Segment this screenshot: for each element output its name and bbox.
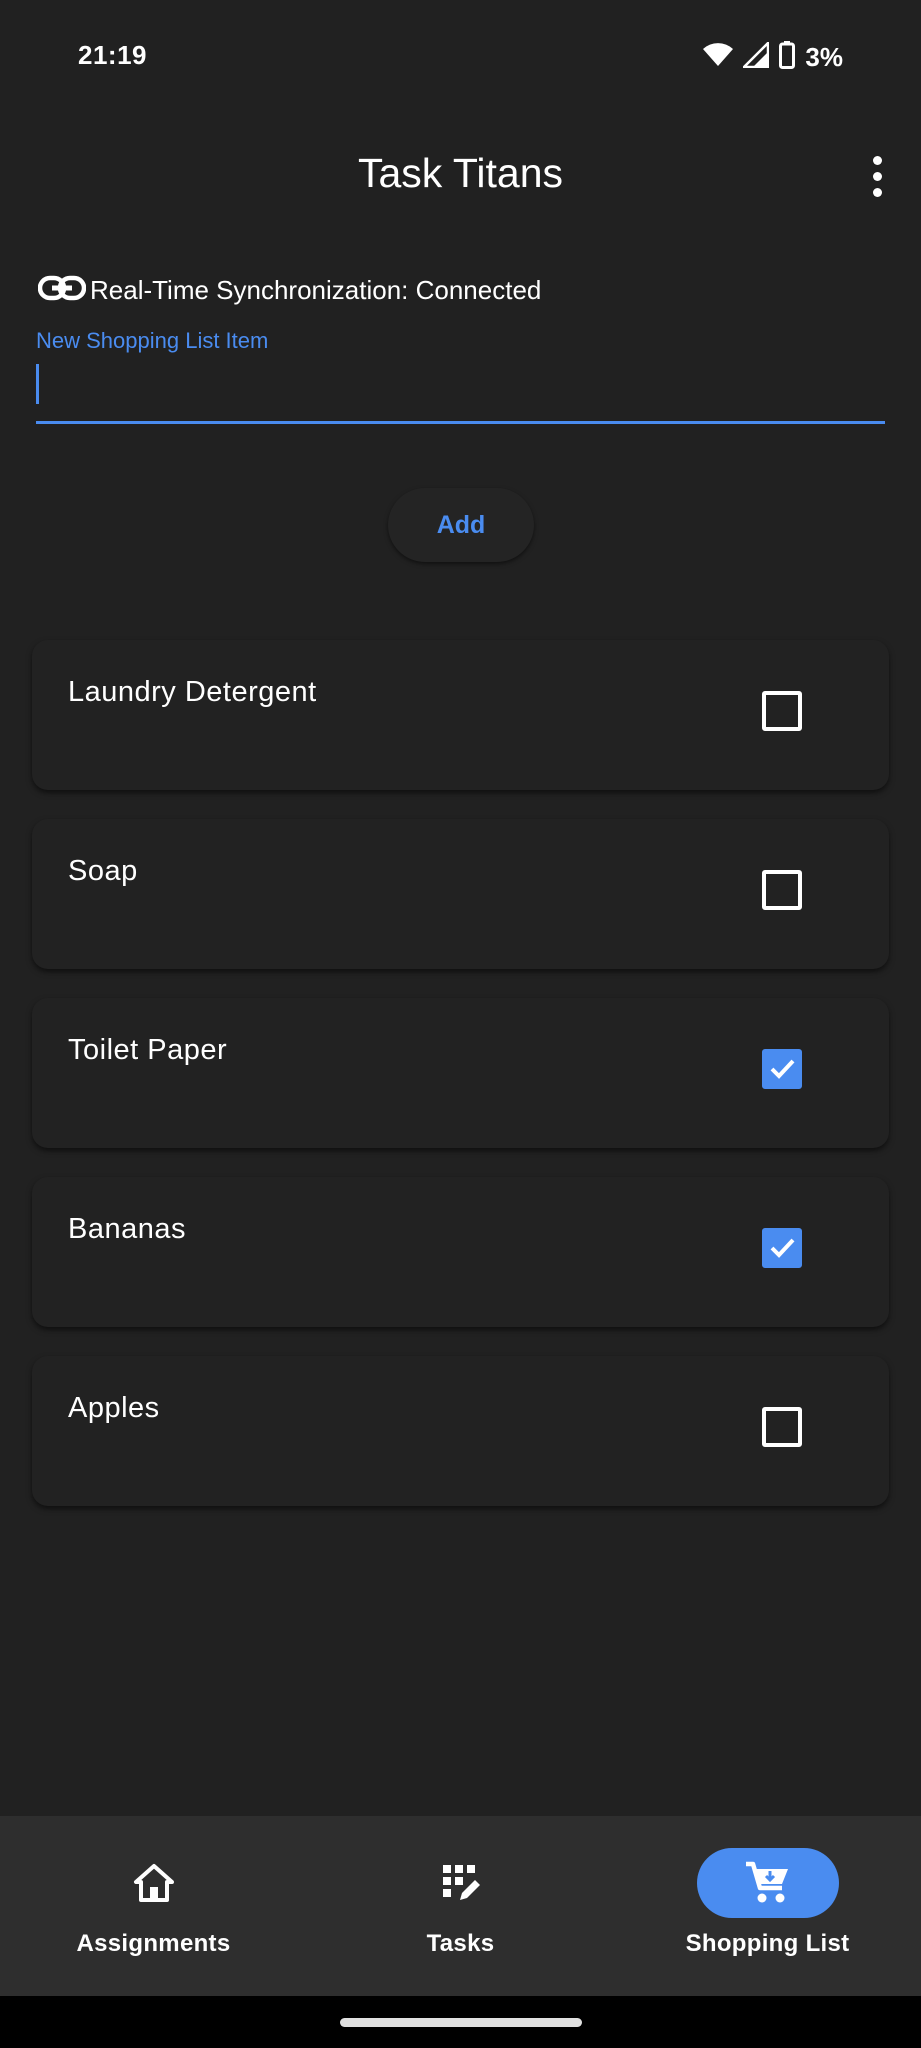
item-label: Laundry Detergent <box>68 676 317 708</box>
item-checkbox[interactable] <box>762 870 802 910</box>
check-icon <box>770 1059 795 1079</box>
home-icon <box>133 1864 174 1902</box>
bottom-navigation: Assignments Tasks Shopping List <box>0 1816 921 1996</box>
list-item: Laundry Detergent <box>32 640 889 790</box>
sync-status-text: Real-Time Synchronization: Connected <box>90 274 542 305</box>
item-checkbox[interactable] <box>762 1228 802 1268</box>
tasks-grid-icon <box>442 1865 480 1900</box>
more-options-button[interactable] <box>857 150 897 202</box>
item-label: Bananas <box>68 1213 186 1245</box>
list-item: Apples <box>32 1356 889 1506</box>
nav-label: Assignments <box>76 1930 231 1957</box>
status-icons: 3% <box>703 39 843 74</box>
item-label: Apples <box>68 1392 160 1424</box>
list-item: Soap <box>32 819 889 969</box>
nav-item-shopping-list[interactable]: Shopping List <box>614 1816 921 1996</box>
item-label: Toilet Paper <box>68 1034 228 1066</box>
more-vert-icon-dot <box>872 171 882 181</box>
nav-item-assignments[interactable]: Assignments <box>0 1816 307 1996</box>
battery-percentage: 3% <box>805 41 843 72</box>
status-bar: 21:19 3% <box>0 0 921 112</box>
new-item-input[interactable] <box>36 352 885 424</box>
more-vert-icon-dot <box>872 187 882 197</box>
cart-icon <box>745 1861 788 1903</box>
nav-label: Tasks <box>426 1930 495 1957</box>
home-gesture-handle[interactable] <box>340 2018 582 2027</box>
text-caret <box>36 364 39 404</box>
nav-icon-container <box>696 1848 839 1918</box>
item-label: Soap <box>68 855 138 887</box>
new-item-label: New Shopping List Item <box>36 328 269 353</box>
cell-signal-icon <box>741 39 770 73</box>
sync-status: Real-Time Synchronization: Connected <box>37 270 542 310</box>
status-time: 21:19 <box>78 40 147 70</box>
battery-icon <box>779 40 796 74</box>
check-icon <box>770 1238 795 1258</box>
wifi-icon <box>703 42 734 72</box>
link-icon <box>37 274 87 307</box>
page-title: Task Titans <box>357 150 564 196</box>
list-item: Bananas <box>32 1177 889 1327</box>
app-bar: Task Titans <box>0 130 921 220</box>
item-checkbox[interactable] <box>762 691 802 731</box>
item-checkbox[interactable] <box>762 1049 802 1089</box>
item-checkbox[interactable] <box>762 1407 802 1447</box>
nav-icon-container <box>390 1848 532 1918</box>
shopping-list: Laundry Detergent Soap Toilet Paper Bana… <box>32 640 889 1535</box>
list-item: Toilet Paper <box>32 998 889 1148</box>
nav-item-tasks[interactable]: Tasks <box>307 1816 614 1996</box>
more-vert-icon <box>872 155 882 165</box>
add-button[interactable]: Add <box>388 488 534 562</box>
system-gesture-bar <box>0 1996 921 2048</box>
nav-icon-container <box>83 1848 225 1918</box>
nav-label: Shopping List <box>685 1930 850 1957</box>
